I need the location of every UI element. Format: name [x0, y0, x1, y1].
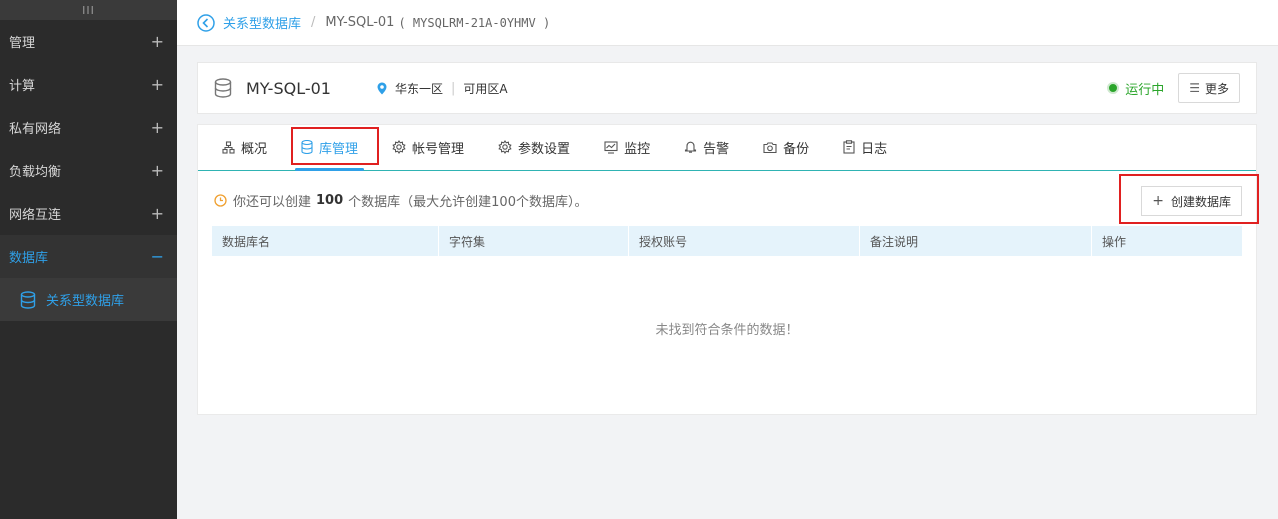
- sidebar-item-database[interactable]: 数据库 −: [0, 235, 177, 278]
- sidebar-item-vpc[interactable]: 私有网络 +: [0, 106, 177, 149]
- instance-zone: 可用区A: [463, 81, 508, 96]
- bell-icon: [685, 141, 697, 153]
- tab-bar: 概况 库管理 帐号管理 参数设置 监控 告警 备份 日志: [198, 125, 1256, 171]
- tab-parameter-settings[interactable]: 参数设置: [498, 124, 570, 170]
- monitor-icon: [604, 140, 618, 154]
- sidebar-item-label: 管理: [9, 36, 36, 51]
- sidebar-item-label: 负载均衡: [9, 165, 62, 180]
- clipboard-icon: [843, 140, 855, 154]
- column-header-db-name: 数据库名: [212, 226, 439, 256]
- column-header-authorized-account: 授权账号: [629, 226, 860, 256]
- create-database-button[interactable]: + 创建数据库: [1141, 186, 1242, 216]
- tab-alerts[interactable]: 告警: [684, 124, 729, 170]
- create-database-label: 创建数据库: [1170, 194, 1231, 209]
- expand-icon: +: [150, 204, 164, 223]
- database-icon: [301, 140, 313, 154]
- column-header-remarks: 备注说明: [860, 226, 1092, 256]
- notice-prefix: 你还可以创建: [233, 195, 312, 210]
- tab-label: 概况: [241, 141, 268, 157]
- tab-label: 监控: [624, 141, 651, 157]
- status-dot-icon: [1107, 82, 1120, 94]
- instance-name: MY-SQL-01: [246, 78, 331, 98]
- tab-label: 告警: [703, 141, 730, 157]
- database-icon: [214, 78, 232, 98]
- status-badge: 运行中: [1107, 79, 1164, 98]
- empty-state-text: 未找到符合条件的数据！: [655, 322, 799, 338]
- sidebar-item-compute[interactable]: 计算 +: [0, 63, 177, 106]
- tab-label: 库管理: [319, 141, 359, 157]
- sidebar: III 管理 + 计算 + 私有网络 + 负载均衡 + 网络互连 + 数据库 −…: [0, 0, 177, 519]
- clock-icon: [214, 194, 227, 207]
- notice-count: 100: [316, 193, 344, 208]
- sidebar-item-interconnect[interactable]: 网络互连 +: [0, 192, 177, 235]
- notice-suffix: 个数据库（最大允许创建100个数据库）。: [348, 195, 588, 210]
- more-button[interactable]: ☰ 更多: [1178, 73, 1240, 103]
- breadcrumb-instance-id: ( MYSQLRM-21A-0YHMV ): [398, 15, 551, 30]
- sidebar-subitem-rdb[interactable]: 关系型数据库: [0, 278, 177, 321]
- tab-overview[interactable]: 概况: [222, 124, 267, 170]
- plus-icon: +: [1152, 193, 1164, 209]
- expand-icon: +: [150, 32, 164, 51]
- instance-region: 华东一区: [394, 81, 443, 96]
- tab-logs[interactable]: 日志: [843, 124, 887, 170]
- breadcrumb-parent-link[interactable]: 关系型数据库: [223, 13, 301, 32]
- location-pin-icon: [377, 82, 387, 94]
- gear-icon: [392, 140, 406, 154]
- settings-icon: [498, 140, 512, 154]
- sidebar-item-load-balancer[interactable]: 负载均衡 +: [0, 149, 177, 192]
- breadcrumb-separator: /: [311, 15, 316, 30]
- tab-monitoring[interactable]: 监控: [604, 124, 650, 170]
- status-text: 运行中: [1125, 82, 1165, 98]
- expand-icon: +: [150, 118, 164, 137]
- tab-label: 帐号管理: [412, 141, 465, 157]
- menu-icon: ☰: [1189, 81, 1200, 95]
- table-header: 数据库名 字符集 授权账号 备注说明 操作: [212, 226, 1242, 256]
- database-icon: [20, 290, 36, 309]
- collapse-icon: −: [150, 247, 164, 266]
- quota-notice: 你还可以创建 100 个数据库（最大允许创建100个数据库）。: [214, 191, 587, 210]
- database-table: 数据库名 字符集 授权账号 备注说明 操作 未找到符合条件的数据！: [212, 226, 1242, 400]
- instance-info-card: MY-SQL-01 华东一区 | 可用区A 运行中 ☰ 更多: [197, 62, 1257, 114]
- sidebar-collapse-handle[interactable]: III: [0, 0, 177, 20]
- sidebar-item-label: 网络互连: [9, 208, 62, 223]
- back-arrow-icon[interactable]: [197, 13, 215, 32]
- column-header-actions: 操作: [1102, 234, 1127, 249]
- breadcrumb: 关系型数据库 / MY-SQL-01 ( MYSQLRM-21A-0YHMV ): [177, 0, 1278, 46]
- column-header-charset: 字符集: [439, 226, 629, 256]
- sidebar-subitem-label: 关系型数据库: [46, 294, 125, 309]
- more-button-label: 更多: [1204, 81, 1229, 96]
- tab-account-management[interactable]: 帐号管理: [392, 124, 464, 170]
- expand-icon: +: [150, 161, 164, 180]
- tab-label: 日志: [861, 141, 888, 157]
- tab-label: 参数设置: [518, 141, 571, 157]
- expand-icon: +: [150, 75, 164, 94]
- sidebar-item-management[interactable]: 管理 +: [0, 20, 177, 63]
- tab-label: 备份: [783, 141, 810, 157]
- sidebar-item-label: 私有网络: [9, 122, 62, 137]
- breadcrumb-current: MY-SQL-01: [325, 15, 395, 30]
- sidebar-item-label: 计算: [9, 79, 36, 94]
- tab-backup[interactable]: 备份: [763, 124, 809, 170]
- camera-icon: [763, 141, 777, 153]
- main-panel: 概况 库管理 帐号管理 参数设置 监控 告警 备份 日志 你还可以创建 100 …: [197, 124, 1259, 415]
- tab-database-management[interactable]: 库管理: [295, 124, 365, 171]
- overview-icon: [222, 140, 235, 154]
- region-separator: |: [450, 80, 456, 96]
- sidebar-item-label: 数据库: [9, 251, 49, 266]
